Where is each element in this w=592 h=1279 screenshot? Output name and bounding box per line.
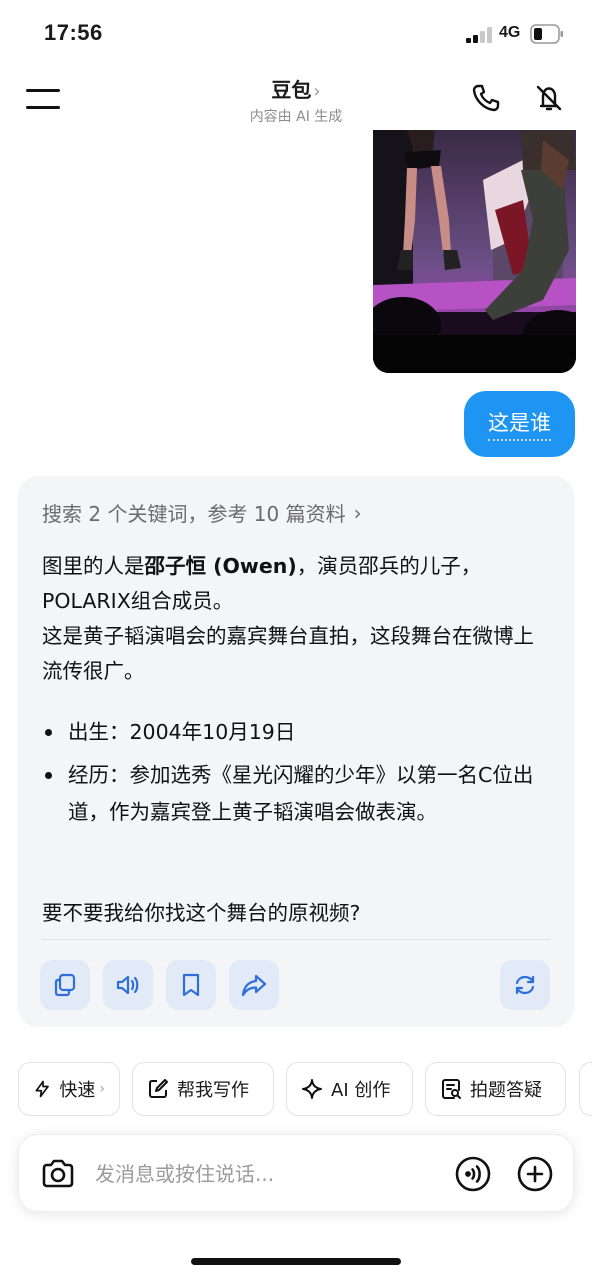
ai-disclaimer: 内容由 AI 生成 [249,109,343,125]
copy-icon [54,973,76,997]
bookmark-icon [182,973,200,997]
assistant-answer-card: 搜索 2 个关键词，参考 10 篇资料 › 图里的人是邵子恒 (Owen)，演员… [18,476,574,1027]
phone-icon[interactable] [470,82,502,114]
network-label: 4G [499,24,521,41]
copy-button[interactable] [40,960,90,1010]
user-message-text: 这是谁 [488,407,551,441]
search-summary-text: 搜索 2 个关键词，参考 10 篇资料 [42,502,346,526]
header-title-area[interactable]: 豆包 › 内容由 AI 生成 [0,74,592,126]
divider [42,939,550,940]
chip-label: 快速 [59,1080,96,1101]
quick-action-chips: 快速 › 帮我写作 AI 创作 拍题答疑 [18,1062,592,1116]
chip-more[interactable] [579,1062,592,1116]
search-summary-link[interactable]: 搜索 2 个关键词，参考 10 篇资料 › [42,498,362,527]
chevron-right-icon: › [313,81,321,102]
lightning-icon [35,1080,49,1098]
chevron-right-icon: › [353,500,362,525]
chip-label: 帮我写作 [177,1080,249,1101]
answer-context: 这是黄子韬演唱会的嘉宾舞台直拍，这段舞台在微博上流传很广。 [42,624,534,683]
bookmark-button[interactable] [166,960,216,1010]
answer-bullet-list: 出生：2004年10月19日 经历：参加选秀《星光闪耀的少年》以第一名C位出道，… [42,714,552,837]
message-input[interactable] [95,1157,435,1191]
user-message-bubble[interactable]: 这是谁 [464,391,575,457]
status-time: 17:56 [44,20,103,45]
sparkle-icon [302,1079,322,1099]
chip-quick-mode[interactable]: 快速 › [18,1062,120,1116]
answer-paragraph: 图里的人是邵子恒 (Owen)，演员邵兵的儿子，POLARIX组合成员。 这是黄… [42,549,552,689]
chip-label: 拍题答疑 [470,1080,542,1101]
chevron-right-icon: › [99,1081,105,1097]
message-input-bar [18,1134,574,1212]
home-indicator [191,1258,401,1265]
scan-question-icon [442,1079,461,1099]
edit-icon [149,1079,168,1098]
speaker-icon [116,975,139,995]
read-aloud-button[interactable] [103,960,153,1010]
chip-write[interactable]: 帮我写作 [132,1062,274,1116]
list-item: 经历：参加选秀《星光闪耀的少年》以第一名C位出道，作为嘉宾登上黄子韬演唱会做表演… [42,757,552,831]
stage-photo[interactable] [373,130,576,373]
signal-icon [466,27,492,43]
camera-icon[interactable] [39,1155,77,1193]
battery-icon [530,24,563,44]
voice-call-icon[interactable] [454,1155,492,1193]
follow-up-question: 要不要我给你找这个舞台的原视频? [42,901,361,925]
intro-prefix: 图里的人是 [42,554,145,578]
mute-icon[interactable] [533,82,565,114]
plus-icon[interactable] [516,1155,554,1193]
chip-label: AI 创作 [331,1080,391,1101]
chip-ai-create[interactable]: AI 创作 [286,1062,413,1116]
person-name: 邵子恒 (Owen) [144,554,297,578]
regenerate-icon [515,975,535,995]
regenerate-button[interactable] [500,960,550,1010]
share-icon [241,974,267,997]
chip-photo-question[interactable]: 拍题答疑 [425,1062,566,1116]
page-title: 豆包 [271,78,312,102]
answer-intro: 图里的人是邵子恒 (Owen)，演员邵兵的儿子，POLARIX组合成员。 [42,549,552,619]
share-button[interactable] [229,960,279,1010]
list-item: 出生：2004年10月19日 [42,714,552,751]
